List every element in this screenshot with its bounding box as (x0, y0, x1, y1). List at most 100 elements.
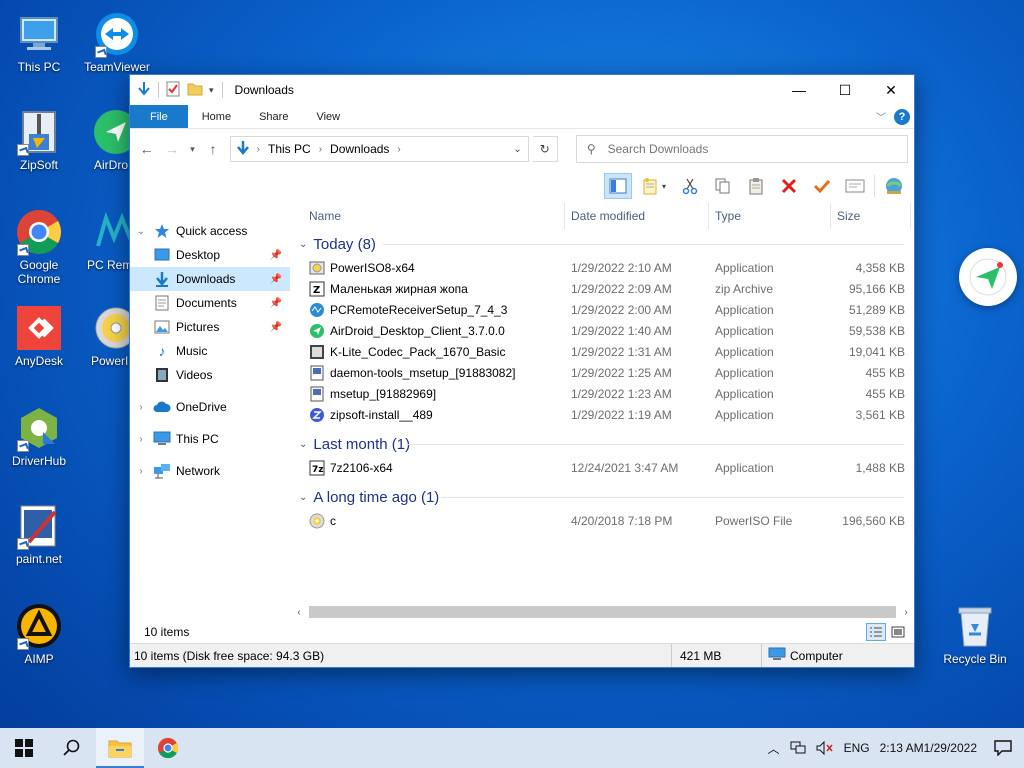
volume-muted-icon[interactable] (811, 728, 839, 768)
file-row[interactable]: K-Lite_Codec_Pack_1670_Basic 1/29/2022 1:… (291, 341, 914, 362)
file-row[interactable]: zipsoft-install__489 1/29/2022 1:19 AM App… (291, 404, 914, 425)
tab-share[interactable]: Share (245, 105, 302, 128)
scroll-right-icon[interactable]: › (898, 607, 914, 618)
nav-network[interactable]: › Network (130, 459, 290, 483)
column-name[interactable]: Name (291, 203, 565, 229)
file-row[interactable]: 7z 7z2106-x64 12/24/2021 3:47 AM Applicatio… (291, 457, 914, 478)
network-status-icon[interactable] (785, 728, 811, 768)
horizontal-scrollbar[interactable]: ‹ › (291, 603, 914, 621)
expand-chevron-icon[interactable]: › (130, 434, 152, 445)
new-folder-icon[interactable] (187, 81, 203, 100)
expand-chevron-icon[interactable]: › (130, 402, 152, 413)
desktop-icon-anydesk[interactable]: AnyDesk (0, 304, 78, 368)
file-row[interactable]: msetup_[91882969] 1/29/2022 1:23 AM Applic… (291, 383, 914, 404)
search-box[interactable]: ⚲ (575, 135, 908, 163)
collapse-chevron-icon[interactable]: ⌄ (299, 492, 307, 503)
network-drive-button[interactable] (880, 173, 908, 199)
address-history-chevron-icon[interactable]: ⌄ (508, 144, 528, 155)
nav-item-documents[interactable]: Documents 📌 (130, 291, 290, 315)
nav-item-desktop[interactable]: Desktop 📌 (130, 243, 290, 267)
group-header[interactable]: ⌄ Last month (1) (291, 431, 914, 457)
collapse-chevron-icon[interactable]: ⌄ (299, 439, 307, 450)
group-header[interactable]: ⌄ Today (8) (291, 231, 914, 257)
scrollbar-thumb[interactable] (309, 606, 896, 618)
delete-button[interactable] (775, 173, 803, 199)
breadcrumb-downloads[interactable]: Downloads (330, 142, 389, 156)
desktop-icon-airdroid[interactable]: AirDro (78, 108, 129, 172)
properties-button[interactable] (841, 173, 869, 199)
desktop-icon-teamviewer[interactable]: TeamViewer (78, 10, 156, 74)
details-view-button[interactable] (866, 623, 886, 641)
floating-assistant-bubble[interactable] (959, 248, 1017, 306)
help-button[interactable]: ? (894, 108, 910, 125)
teamviewer-icon (93, 10, 141, 58)
preview-pane-button[interactable] (604, 173, 632, 199)
action-center-button[interactable] (982, 728, 1024, 768)
expand-ribbon-chevron-icon[interactable]: ﹀ (876, 109, 886, 124)
file-row[interactable]: PowerISO8-x64 1/29/2022 2:10 AM Applicatio… (291, 257, 914, 278)
scroll-left-icon[interactable]: ‹ (291, 607, 307, 618)
close-button[interactable]: ✕ (868, 75, 914, 105)
desktop-icon-pc-remote[interactable]: PC Remo Receiv (78, 208, 129, 272)
nav-item-music[interactable]: ♪ Music (130, 339, 290, 363)
clock[interactable]: 2:13 AM 1/29/2022 (875, 728, 982, 768)
column-date-modified[interactable]: Date modified (565, 203, 709, 229)
desktop-icon-driverhub[interactable]: DriverHub (0, 404, 78, 468)
tab-view[interactable]: View (302, 105, 354, 128)
desktop-icon-this-pc[interactable]: This PC (0, 10, 78, 74)
back-button[interactable]: ← (136, 138, 157, 160)
cut-button[interactable] (676, 173, 704, 199)
file-row[interactable]: AirDroid_Desktop_Client_3.7.0.0 1/29/2022… (291, 320, 914, 341)
collapse-chevron-icon[interactable]: ⌄ (299, 239, 307, 250)
desktop-icon-poweriso[interactable]: PowerIS (78, 304, 129, 368)
nav-this-pc[interactable]: › This PC (130, 427, 290, 451)
refresh-button[interactable]: ↻ (532, 136, 558, 162)
paste-button[interactable] (742, 173, 770, 199)
language-indicator[interactable]: ENG (839, 728, 875, 768)
group-header[interactable]: ⌄ A long time ago (1) (291, 484, 914, 510)
selection-size: 421 MB (672, 644, 762, 667)
desktop-icon-paintnet[interactable]: paint.net (0, 502, 78, 566)
up-button[interactable]: ↑ (202, 138, 223, 160)
rename-button[interactable] (808, 173, 836, 199)
nav-item-videos[interactable]: Videos (130, 363, 290, 387)
nav-quick-access[interactable]: ⌄ Quick access (130, 219, 290, 243)
file-row[interactable]: PCRemoteReceiverSetup_7_4_3 1/29/2022 2:0… (291, 299, 914, 320)
show-hidden-icons-chevron-icon[interactable]: ︿ (763, 728, 785, 768)
recent-locations-chevron-icon[interactable]: ▾ (187, 138, 199, 160)
tab-file[interactable]: File (130, 105, 188, 128)
desktop-icon-aimp[interactable]: AIMP (0, 602, 78, 666)
nav-label: Videos (176, 368, 213, 382)
address-bar[interactable]: › This PC › Downloads › ⌄ (229, 136, 529, 162)
down-arrow-icon[interactable] (136, 81, 152, 100)
nav-item-downloads[interactable]: Downloads 📌 (130, 267, 290, 291)
network-icon (152, 463, 172, 479)
copy-button[interactable] (709, 173, 737, 199)
tab-home[interactable]: Home (188, 105, 245, 128)
nav-item-pictures[interactable]: Pictures 📌 (130, 315, 290, 339)
taskbar-file-explorer[interactable] (96, 728, 144, 768)
expand-chevron-icon[interactable]: ⌄ (130, 226, 152, 237)
maximize-button[interactable]: ☐ (822, 75, 868, 105)
large-icons-view-button[interactable] (888, 623, 908, 641)
file-row[interactable]: daemon-tools_msetup_[91883082] 1/29/2022 … (291, 362, 914, 383)
start-button[interactable] (0, 728, 48, 768)
desktop-icon-recycle-bin[interactable]: Recycle Bin (936, 602, 1014, 666)
expand-chevron-icon[interactable]: › (130, 466, 152, 477)
customize-qat-chevron-icon[interactable]: ▾ (209, 85, 214, 96)
taskbar-chrome[interactable] (144, 728, 192, 768)
forward-button[interactable]: → (161, 138, 182, 160)
desktop-icon-zipsoft[interactable]: ZipSoft (0, 108, 78, 172)
file-row[interactable]: c 4/20/2018 7:18 PM PowerISO File 196,560 K… (291, 510, 914, 531)
properties-icon[interactable] (165, 81, 181, 100)
search-input[interactable] (607, 142, 888, 156)
nav-onedrive[interactable]: › OneDrive (130, 395, 290, 419)
minimize-button[interactable]: — (776, 75, 822, 105)
desktop-icon-google-chrome[interactable]: Google Chrome (0, 208, 78, 286)
file-row[interactable]: Z Маленькая жирная жопа 1/29/2022 2:09 AM z… (291, 278, 914, 299)
column-type[interactable]: Type (709, 203, 831, 229)
new-item-button[interactable]: ▾ (637, 173, 671, 199)
breadcrumb-this-pc[interactable]: This PC (268, 142, 311, 156)
search-taskbar-button[interactable] (48, 728, 96, 768)
column-size[interactable]: Size (831, 203, 911, 229)
